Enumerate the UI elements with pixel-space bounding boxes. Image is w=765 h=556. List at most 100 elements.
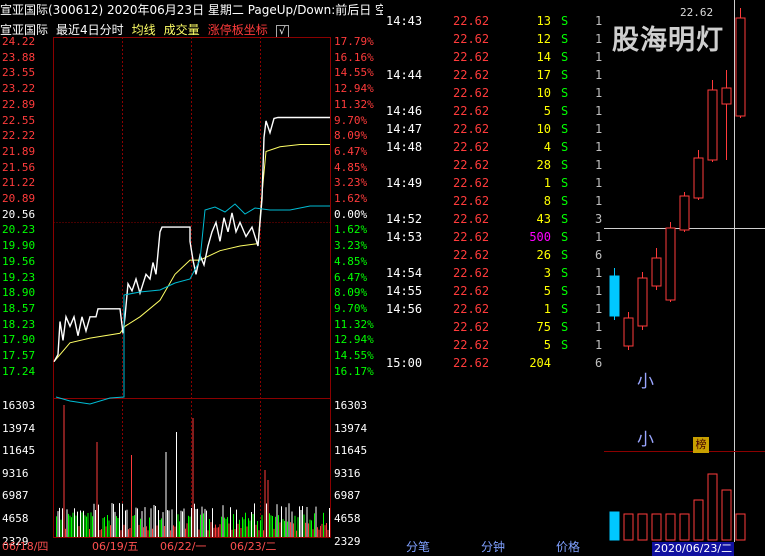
candle-body[interactable] [679, 195, 690, 231]
volume-bar [323, 512, 324, 537]
volume-bar [126, 509, 128, 537]
trade-row[interactable]: 22.62 10 S 1 [383, 84, 603, 102]
volume-bar [221, 516, 222, 537]
candle-body[interactable] [665, 227, 676, 301]
trade-direction: S [561, 176, 569, 190]
candle-body[interactable] [721, 87, 732, 105]
trade-direction: S [561, 14, 569, 28]
volume-tick-label: 11645 [334, 444, 368, 458]
volume-bar [252, 514, 254, 537]
volume-bar [161, 518, 162, 537]
trade-row[interactable]: 22.62 8 S 1 [383, 192, 603, 210]
percent-tick-label: 1.62% [334, 192, 368, 205]
trade-direction: S [561, 86, 569, 100]
volume-bar [84, 515, 86, 537]
volume-bar [108, 520, 110, 537]
volume-tick-label: 16303 [334, 399, 368, 412]
trade-row[interactable]: 14:52 22.62 43 S 3 [383, 210, 603, 228]
trade-row[interactable]: 14:48 22.62 4 S 1 [383, 138, 603, 156]
price-tick-label: 17.24 [2, 364, 36, 378]
trade-price: 22.62 [453, 86, 490, 100]
date-label: 06/18/四 [2, 540, 49, 553]
kline-candles [609, 8, 746, 350]
volume-bar [113, 503, 114, 537]
volume-bar [99, 530, 101, 537]
price-tick-label: 20.23 [2, 223, 36, 237]
candle-body[interactable] [651, 257, 662, 287]
tab-ticks[interactable]: 分笔 [388, 538, 448, 556]
trade-row[interactable]: 14:46 22.62 5 S 1 [383, 102, 603, 120]
trade-volume: 43 [536, 212, 551, 226]
volume-tick-label: 4658 [2, 512, 29, 525]
trade-row[interactable]: 22.62 75 S 1 [383, 318, 603, 336]
trade-direction: S [561, 338, 569, 352]
trade-row[interactable]: 22.62 28 S 1 [383, 156, 603, 174]
percent-tick-label: 9.70% [334, 301, 368, 315]
volume-bar [297, 517, 299, 537]
price-tick-label: 24.22 [2, 35, 36, 48]
trade-row[interactable]: 22.62 26 S 6 [383, 246, 603, 264]
tab-price[interactable]: 价格 [538, 538, 598, 556]
trade-row[interactable]: 22.62 14 S 1 [383, 48, 603, 66]
volume-bar [198, 529, 200, 537]
trade-row[interactable]: 14:44 22.62 17 S 1 [383, 66, 603, 84]
volume-bar [246, 526, 248, 537]
volume-bar [255, 524, 257, 537]
trade-row[interactable]: 14:53 22.62 500 S 1 [383, 228, 603, 246]
volume-bar [162, 512, 164, 537]
trade-row[interactable]: 14:49 22.62 1 S 1 [383, 174, 603, 192]
volume-bar [212, 508, 213, 537]
candle-body[interactable] [623, 317, 634, 347]
volume-bar [98, 504, 99, 537]
kline-volume-bar [679, 513, 690, 541]
trade-price: 22.62 [453, 248, 490, 262]
trade-row[interactable]: 14:55 22.62 5 S 1 [383, 282, 603, 300]
volume-bar [104, 517, 105, 537]
price-tick-label: 23.22 [2, 82, 36, 96]
trade-count: 1 [595, 14, 603, 28]
trade-row[interactable]: 14:54 22.62 3 S 1 [383, 264, 603, 282]
price-tick-label: 23.55 [2, 66, 36, 80]
volume-bar [96, 442, 98, 537]
trade-row[interactable]: 14:56 22.62 1 S 1 [383, 300, 603, 318]
volume-bar [243, 519, 245, 537]
volume-bar [306, 507, 308, 537]
volume-bar [276, 504, 278, 537]
volume-bar [266, 503, 267, 537]
volume-bar [222, 505, 224, 537]
trade-row[interactable]: 22.62 5 S 1 [383, 336, 603, 354]
volume-bar [239, 519, 240, 537]
kline-volume-bar [735, 513, 746, 541]
volume-bar [186, 523, 188, 537]
candle-body[interactable] [707, 89, 718, 161]
volume-bar [218, 527, 219, 537]
trade-direction: S [561, 104, 569, 118]
tab-minutes[interactable]: 分钟 [463, 538, 523, 556]
volume-bar [320, 525, 321, 537]
trade-count: 1 [595, 104, 603, 118]
candle-body[interactable] [637, 277, 648, 327]
reference-index-line [55, 203, 330, 405]
candle-body[interactable] [693, 157, 704, 199]
volume-bar [72, 512, 74, 537]
volume-bar [182, 511, 183, 537]
volume-bar [279, 522, 281, 537]
volume-bar [114, 511, 116, 537]
volume-bar [71, 517, 72, 537]
percent-tick-label: 4.85% [334, 160, 368, 174]
candle-body[interactable] [609, 275, 620, 317]
trade-row[interactable]: 15:00 22.62 204 6 [383, 354, 603, 372]
trade-direction: S [561, 284, 569, 298]
trade-row[interactable]: 14:47 22.62 10 S 1 [383, 120, 603, 138]
trade-row[interactable]: 22.62 12 S 1 [383, 30, 603, 48]
volume-bar [275, 516, 276, 537]
trade-count: 6 [595, 248, 603, 262]
trade-time: 15:00 [386, 356, 423, 370]
volume-bar [201, 506, 203, 537]
kline-volume-bar [721, 489, 732, 541]
volume-bar [132, 515, 134, 537]
trade-price: 22.62 [453, 320, 490, 334]
percent-tick-label: 16.17% [334, 364, 374, 378]
trade-row[interactable]: 14:43 22.62 13 S 1 [383, 12, 603, 30]
price-tick-label: 20.89 [2, 192, 36, 205]
